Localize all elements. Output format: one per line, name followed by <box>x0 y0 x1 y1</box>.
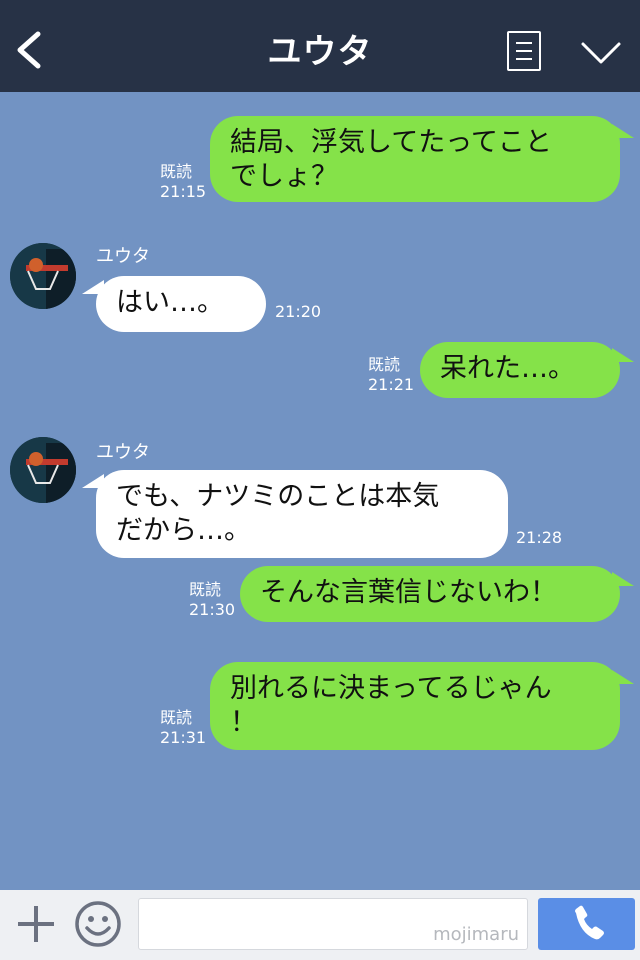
sender-name: ユウタ <box>96 246 150 267</box>
message-time: 21:20 <box>275 302 322 321</box>
bubble-tail <box>612 124 634 138</box>
watermark-text: mojimaru <box>433 924 519 945</box>
message-meta: 既読 21:30 <box>189 580 235 620</box>
message-input[interactable]: mojimaru <box>138 898 528 950</box>
message-text: はい…。 <box>116 287 224 318</box>
call-button[interactable] <box>538 898 635 950</box>
read-receipt: 既読 <box>368 355 401 374</box>
message-time: 21:31 <box>160 728 207 747</box>
phone-icon <box>575 905 604 940</box>
menu-icon <box>516 42 532 44</box>
message-meta: 既読 21:15 <box>160 162 206 202</box>
bubble-tail <box>612 670 634 684</box>
message-time: 21:21 <box>368 375 415 394</box>
menu-icon-line <box>516 58 532 60</box>
chat-header: ユウタ <box>0 0 640 92</box>
message-text: 別れるに決まってるじゃん <box>230 673 552 704</box>
avatar[interactable] <box>10 437 76 503</box>
message-bubble-incoming[interactable]: でも、ナツミのことは本気 だから…。 <box>96 470 508 558</box>
message-meta: 既読 21:21 <box>368 355 414 395</box>
smiley-icon <box>75 901 121 947</box>
chevron-down-icon <box>581 42 621 64</box>
message-time: 21:30 <box>189 600 236 619</box>
message-bubble-outgoing[interactable]: 呆れた…。 <box>420 342 620 398</box>
sender-name: ユウタ <box>96 442 150 463</box>
add-button[interactable] <box>14 902 58 946</box>
plus-icon <box>18 906 54 942</box>
bubble-tail <box>612 348 634 362</box>
read-receipt: 既読 <box>189 580 222 599</box>
read-receipt: 既読 <box>160 162 193 181</box>
message-text: ！ <box>230 707 257 738</box>
avatar[interactable] <box>10 243 76 309</box>
message-text: 結局、浮気してたってこと <box>230 127 552 158</box>
emoji-button[interactable] <box>74 900 122 948</box>
bubble-tail <box>612 572 634 586</box>
composer-bar: mojimaru <box>0 890 640 960</box>
message-bubble-outgoing[interactable]: 別れるに決まってるじゃん ！ <box>210 662 620 750</box>
message-meta: 既読 21:31 <box>160 708 206 748</box>
message-text: でしょ？ <box>230 161 338 192</box>
message-text: でも、ナツミのことは本気 <box>116 481 440 512</box>
chat-title: ユウタ <box>267 32 373 72</box>
message-bubble-outgoing[interactable]: 結局、浮気してたってこと でしょ？ <box>210 116 620 202</box>
collapse-button[interactable] <box>580 40 622 66</box>
message-time: 21:15 <box>160 182 207 201</box>
chat-area[interactable]: 既読 21:15 結局、浮気してたってこと でしょ？ ユウタ はい…。 21:2… <box>0 92 640 890</box>
menu-icon-line <box>516 50 532 52</box>
message-bubble-incoming[interactable]: はい…。 <box>96 276 266 332</box>
basketball-hoop-avatar-image <box>10 243 76 309</box>
message-text: 呆れた…。 <box>440 353 575 384</box>
message-time: 21:28 <box>516 528 563 547</box>
basketball-hoop-avatar-image <box>10 437 76 503</box>
message-text: だから…。 <box>116 515 251 546</box>
read-receipt: 既読 <box>160 708 193 727</box>
menu-button[interactable] <box>507 31 541 71</box>
message-text: そんな言葉信じないわ！ <box>260 577 557 608</box>
message-bubble-outgoing[interactable]: そんな言葉信じないわ！ <box>240 566 620 622</box>
